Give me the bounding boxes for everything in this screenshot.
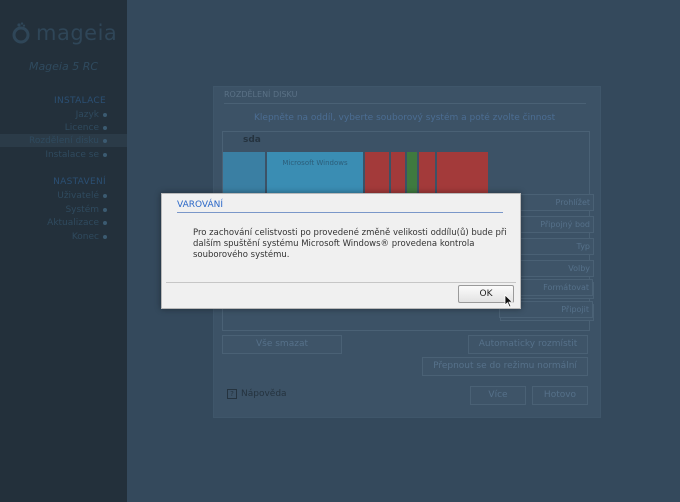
bullet-icon bbox=[103, 234, 107, 239]
bullet-icon bbox=[103, 138, 107, 143]
bullet-icon bbox=[103, 125, 107, 130]
partition-segment[interactable] bbox=[419, 152, 435, 194]
help-label: Nápověda bbox=[241, 389, 287, 399]
help-link[interactable]: ? Nápověda bbox=[227, 389, 287, 399]
bullet-icon bbox=[103, 193, 107, 198]
done-button[interactable]: Hotovo bbox=[532, 386, 588, 405]
nav-item-license[interactable]: Licence bbox=[65, 123, 107, 133]
nav-item-label: Konec bbox=[71, 232, 99, 242]
partition-label: Microsoft Windows bbox=[282, 159, 348, 167]
nav-item-installation[interactable]: Instalace se bbox=[45, 150, 107, 160]
nav-item-label: Instalace se bbox=[45, 150, 99, 160]
panel-title: ROZDĚLENÍ DISKU bbox=[224, 90, 298, 99]
tab-sda[interactable]: sda bbox=[243, 135, 261, 145]
nav-item-language[interactable]: Jazyk bbox=[76, 110, 107, 120]
nav-item-users[interactable]: Uživatelé bbox=[57, 191, 107, 201]
nav-item-partitioning[interactable]: Rozdělení disku bbox=[29, 136, 107, 146]
panel-divider bbox=[224, 103, 586, 104]
sidebar: mageia Mageia 5 RC INSTALACE Jazyk Licen… bbox=[0, 0, 127, 502]
nav-item-system[interactable]: Systém bbox=[65, 205, 107, 215]
nav-heading-install: INSTALACE bbox=[54, 96, 106, 106]
mageia-logo-icon bbox=[12, 22, 30, 44]
brand-name: mageia bbox=[36, 21, 118, 45]
nav-item-updates[interactable]: Aktualizace bbox=[47, 218, 107, 228]
bullet-icon bbox=[103, 207, 107, 212]
partition-segment[interactable] bbox=[437, 152, 488, 194]
nav-item-label: Systém bbox=[65, 205, 99, 215]
mouse-pointer-icon bbox=[504, 294, 514, 308]
dialog-title: VAROVÁNÍ bbox=[177, 200, 224, 210]
nav-item-label: Rozdělení disku bbox=[29, 136, 99, 146]
partition-segment[interactable] bbox=[365, 152, 389, 194]
auto-allocate-button[interactable]: Automaticky rozmístit bbox=[468, 335, 588, 354]
version-label: Mageia 5 RC bbox=[28, 60, 99, 73]
more-button[interactable]: Více bbox=[470, 386, 526, 405]
bullet-icon bbox=[103, 220, 107, 225]
nav-heading-settings: NASTAVENÍ bbox=[53, 177, 106, 187]
dialog-message: Pro zachování celistvosti po provedené z… bbox=[193, 228, 507, 260]
mageia-logo: mageia bbox=[10, 20, 117, 46]
dialog-title-rule bbox=[177, 212, 503, 213]
disk-partition-bar: Microsoft Windows bbox=[223, 152, 488, 194]
dialog-separator bbox=[166, 282, 516, 283]
nav-item-label: Jazyk bbox=[75, 110, 99, 120]
bullet-icon bbox=[103, 152, 107, 157]
warning-dialog: VAROVÁNÍ Pro zachování celistvosti po pr… bbox=[161, 193, 521, 309]
normal-mode-button[interactable]: Přepnout se do režimu normální bbox=[422, 357, 588, 376]
partition-segment[interactable] bbox=[391, 152, 405, 194]
partition-segment[interactable] bbox=[223, 152, 265, 194]
partition-segment[interactable] bbox=[407, 152, 417, 194]
clear-all-button[interactable]: Vše smazat bbox=[222, 335, 342, 354]
help-icon: ? bbox=[227, 389, 237, 399]
panel-instruction: Klepněte na oddíl, vyberte souborový sys… bbox=[254, 113, 556, 123]
nav-item-label: Licence bbox=[64, 123, 99, 133]
bullet-icon bbox=[103, 112, 107, 117]
nav-item-finish[interactable]: Konec bbox=[72, 232, 107, 242]
nav-item-label: Aktualizace bbox=[47, 218, 99, 228]
nav-item-label: Uživatelé bbox=[57, 191, 99, 201]
partition-segment-windows[interactable]: Microsoft Windows bbox=[267, 152, 363, 194]
